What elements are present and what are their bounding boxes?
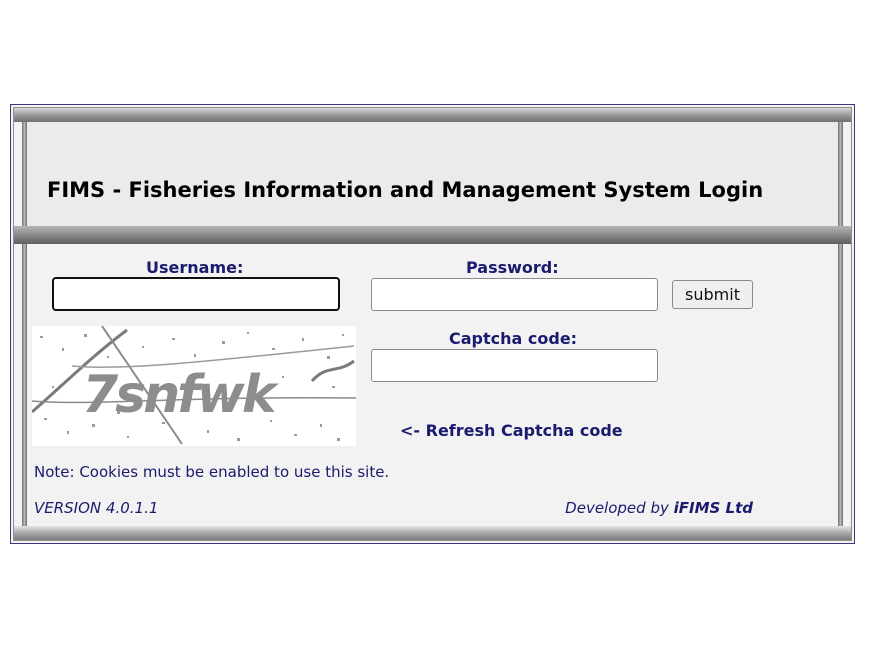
- captcha-image: 7snfwk: [31, 325, 357, 446]
- page-title: FIMS - Fisheries Information and Managem…: [47, 178, 764, 202]
- submit-button[interactable]: submit: [672, 280, 753, 309]
- right-post: [838, 122, 843, 526]
- captcha-input[interactable]: [371, 349, 658, 382]
- username-input[interactable]: [52, 277, 340, 311]
- username-label: Username:: [146, 258, 244, 277]
- version-label: VERSION 4.0.1.1: [34, 499, 159, 517]
- middle-rail: [14, 226, 851, 244]
- refresh-captcha-link[interactable]: <- Refresh Captcha code: [400, 421, 623, 440]
- developer-name: iFIMS Ltd: [673, 499, 753, 517]
- login-panel: FIMS - Fisheries Information and Managem…: [10, 104, 855, 544]
- developed-by-prefix: Developed by: [565, 499, 674, 517]
- cookies-note: Note: Cookies must be enabled to use thi…: [34, 463, 390, 481]
- captcha-text: 7snfwk: [82, 365, 280, 425]
- password-label: Password:: [466, 258, 559, 277]
- bottom-rail: [14, 526, 851, 540]
- header-band: FIMS - Fisheries Information and Managem…: [27, 122, 838, 226]
- captcha-label: Captcha code:: [449, 329, 578, 348]
- password-input[interactable]: [371, 278, 658, 311]
- captcha-graphic: 7snfwk: [31, 325, 357, 446]
- developer-credit: Developed by iFIMS Ltd: [565, 499, 753, 517]
- top-rail: [14, 108, 851, 122]
